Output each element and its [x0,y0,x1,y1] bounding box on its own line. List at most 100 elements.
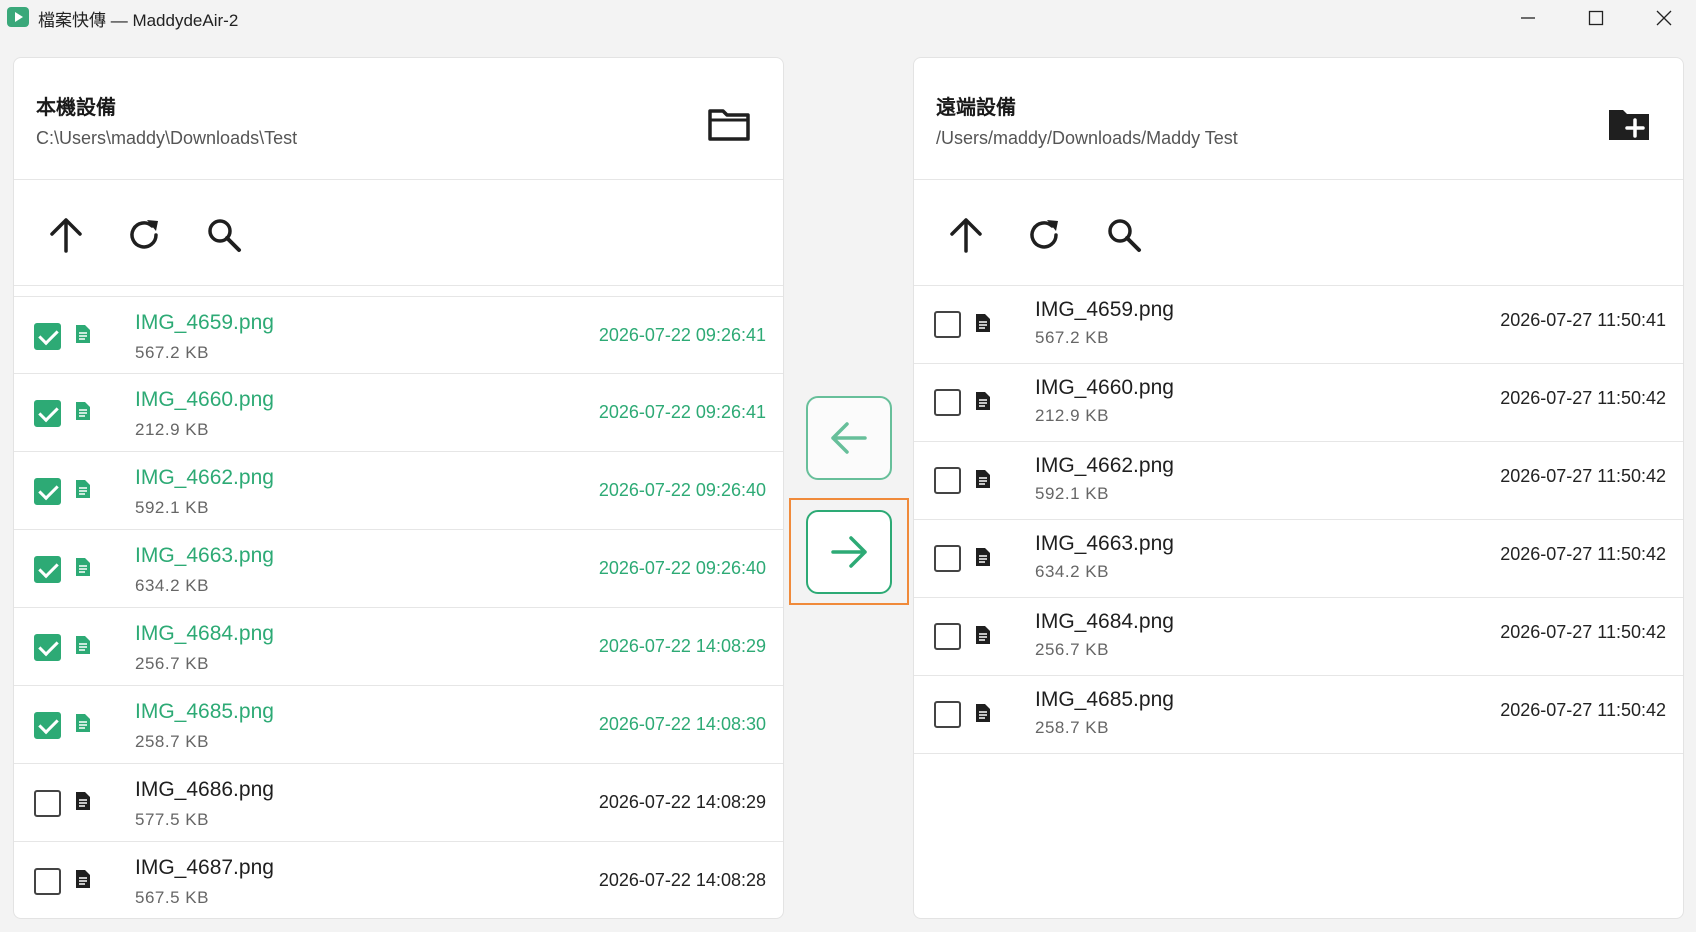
local-search-button[interactable] [202,213,246,257]
arrow-left-icon [831,422,867,454]
file-name: IMG_4663.png [1035,532,1174,555]
file-checkbox[interactable] [34,868,61,895]
local-up-button[interactable] [44,213,88,257]
folder-open-icon [708,109,750,141]
remote-refresh-button[interactable] [1023,213,1067,257]
title-bar: 檔案快傳 — MaddydeAir-2 [0,0,1696,36]
file-size: 577.5 KB [135,810,209,829]
remote-search-button[interactable] [1102,213,1146,257]
file-document-icon [976,470,990,488]
file-size: 634.2 KB [135,576,209,595]
file-name: IMG_4685.png [1035,688,1174,711]
file-name: IMG_4687.png [135,856,274,879]
new-folder-button[interactable] [1607,105,1651,145]
minimize-icon [1521,17,1535,19]
window-title: 檔案快傳 — MaddydeAir-2 [38,11,239,30]
file-size: 212.9 KB [135,420,209,439]
file-document-icon [76,792,90,810]
remote-panel-title: 遠端設備 [936,97,1016,119]
remote-toolbar [914,181,1683,286]
file-document-icon [76,558,90,576]
file-name: IMG_4660.png [135,388,274,411]
local-file-list: IMG_4659.png 567.2 KB 2026-07-22 09:26:4… [14,296,783,918]
file-row[interactable]: IMG_4659.png 567.2 KB 2026-07-22 09:26:4… [14,296,783,374]
file-row[interactable]: IMG_4659.png 567.2 KB 2026-07-27 11:50:4… [914,286,1683,364]
file-row[interactable]: IMG_4686.png 577.5 KB 2026-07-22 14:08:2… [14,764,783,842]
file-modified-date: 2026-07-27 11:50:41 [1500,310,1666,330]
open-folder-button[interactable] [707,105,751,145]
remote-device-panel: 遠端設備 /Users/maddy/Downloads/Maddy Test I… [913,57,1684,919]
app-logo-icon [7,7,29,27]
file-checkbox[interactable] [934,467,961,494]
file-modified-date: 2026-07-27 11:50:42 [1500,622,1666,642]
close-icon [1656,10,1672,26]
minimize-button[interactable] [1493,0,1563,36]
file-checkbox[interactable] [34,712,61,739]
folder-plus-icon [1609,110,1649,140]
arrow-up-icon [50,218,82,253]
file-modified-date: 2026-07-27 11:50:42 [1500,544,1666,564]
file-checkbox[interactable] [934,389,961,416]
file-size: 256.7 KB [135,654,209,673]
file-size: 567.2 KB [135,343,209,362]
file-checkbox[interactable] [34,556,61,583]
file-row[interactable]: IMG_4662.png 592.1 KB 2026-07-27 11:50:4… [914,442,1683,520]
file-document-icon [976,704,990,722]
transfer-to-remote-button[interactable] [806,510,892,594]
file-modified-date: 2026-07-22 09:26:40 [598,480,766,500]
file-name: IMG_4662.png [1035,454,1174,477]
file-row[interactable]: IMG_4663.png 634.2 KB 2026-07-22 09:26:4… [14,530,783,608]
file-name: IMG_4659.png [1035,298,1174,321]
file-checkbox[interactable] [934,545,961,572]
maximize-button[interactable] [1561,0,1631,36]
file-document-icon [976,392,990,410]
file-modified-date: 2026-07-22 14:08:30 [598,714,766,734]
file-size: 256.7 KB [1035,640,1109,659]
file-document-icon [976,314,990,332]
file-document-icon [76,636,90,654]
maximize-icon [1588,10,1604,26]
file-size: 258.7 KB [135,732,209,751]
arrow-up-icon [950,218,982,253]
file-modified-date: 2026-07-22 14:08:29 [598,792,766,812]
remote-up-button[interactable] [944,213,988,257]
file-row[interactable]: IMG_4663.png 634.2 KB 2026-07-27 11:50:4… [914,520,1683,598]
local-toolbar [14,181,783,286]
file-checkbox[interactable] [34,323,61,350]
file-row[interactable]: IMG_4685.png 258.7 KB 2026-07-27 11:50:4… [914,676,1683,754]
file-row[interactable]: IMG_4685.png 258.7 KB 2026-07-22 14:08:3… [14,686,783,764]
file-name: IMG_4686.png [135,778,274,801]
file-size: 592.1 KB [1035,484,1109,503]
file-modified-date: 2026-07-22 14:08:28 [598,870,766,890]
file-name: IMG_4684.png [1035,610,1174,633]
file-modified-date: 2026-07-27 11:50:42 [1500,466,1666,486]
file-row[interactable]: IMG_4660.png 212.9 KB 2026-07-22 09:26:4… [14,374,783,452]
file-row[interactable]: IMG_4687.png 567.5 KB 2026-07-22 14:08:2… [14,842,783,918]
file-checkbox[interactable] [34,478,61,505]
file-document-icon [76,480,90,498]
local-refresh-button[interactable] [123,213,167,257]
file-checkbox[interactable] [34,634,61,661]
file-row[interactable]: IMG_4684.png 256.7 KB 2026-07-22 14:08:2… [14,608,783,686]
local-panel-title: 本機設備 [36,97,116,119]
file-name: IMG_4660.png [1035,376,1174,399]
file-checkbox[interactable] [34,790,61,817]
file-size: 592.1 KB [135,498,209,517]
file-size: 634.2 KB [1035,562,1109,581]
file-row[interactable]: IMG_4684.png 256.7 KB 2026-07-27 11:50:4… [914,598,1683,676]
file-name: IMG_4663.png [135,544,274,567]
file-checkbox[interactable] [934,311,961,338]
file-modified-date: 2026-07-22 09:26:40 [598,558,766,578]
close-button[interactable] [1629,0,1696,36]
file-size: 567.2 KB [1035,328,1109,347]
local-device-panel: 本機設備 C:\Users\maddy\Downloads\Test IMG_4… [13,57,784,919]
file-checkbox[interactable] [934,701,961,728]
remote-panel-header: 遠端設備 /Users/maddy/Downloads/Maddy Test [914,58,1683,180]
file-row[interactable]: IMG_4660.png 212.9 KB 2026-07-27 11:50:4… [914,364,1683,442]
file-checkbox[interactable] [934,623,961,650]
transfer-to-local-button[interactable] [806,396,892,480]
file-size: 258.7 KB [1035,718,1109,737]
file-checkbox[interactable] [34,400,61,427]
file-row[interactable]: IMG_4662.png 592.1 KB 2026-07-22 09:26:4… [14,452,783,530]
file-modified-date: 2026-07-22 09:26:41 [598,325,766,345]
